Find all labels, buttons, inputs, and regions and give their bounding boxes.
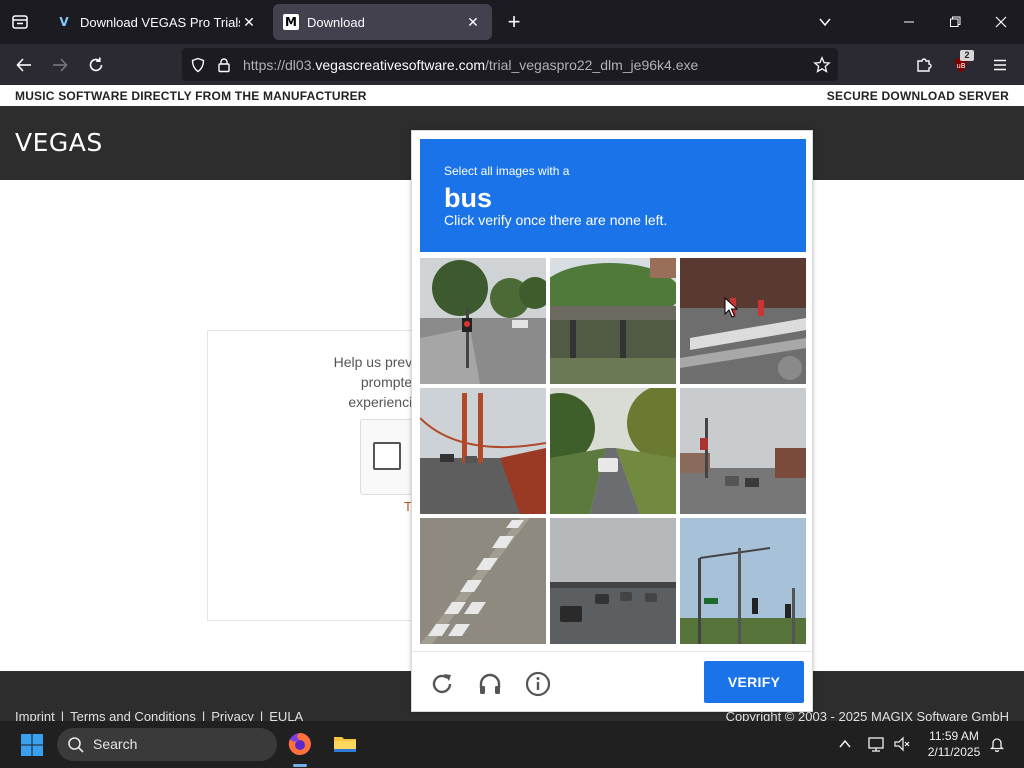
browser-tab-bar: V Download VEGAS Pro Trials for ✕ M Down… — [0, 0, 1024, 44]
extensions-button[interactable] — [910, 51, 938, 79]
recaptcha-checkbox[interactable] — [373, 442, 401, 470]
verification-text: Help us preve prompted experiencin — [320, 352, 420, 412]
taskbar-file-explorer[interactable] — [330, 729, 360, 759]
speaker-muted-icon — [894, 736, 910, 752]
help-button[interactable] — [523, 669, 553, 699]
search-placeholder: Search — [93, 736, 138, 752]
app-menu-button[interactable] — [986, 51, 1014, 79]
tab-overflow-chevron-icon[interactable] — [811, 8, 839, 36]
tab-list-button[interactable] — [8, 10, 32, 34]
info-icon — [525, 671, 551, 697]
firefox-icon — [288, 733, 311, 755]
captcha-prompt: Select all images with a — [444, 164, 570, 178]
verification-line: experiencin — [348, 394, 420, 410]
start-button[interactable] — [20, 733, 44, 757]
tagline-right: SECURE DOWNLOAD SERVER — [826, 89, 1009, 103]
maximize-button[interactable] — [941, 8, 969, 36]
chevron-up-icon — [839, 739, 851, 748]
taskbar-firefox[interactable] — [285, 729, 315, 759]
vegas-favicon-icon: V — [59, 15, 69, 29]
extension-count-badge: 2 — [960, 50, 974, 61]
tracking-protection-shield-icon[interactable] — [188, 55, 208, 75]
verification-line: prompted — [360, 374, 420, 390]
close-icon — [995, 16, 1007, 28]
taskbar-search-box[interactable]: Search — [57, 728, 277, 761]
url-prefix: https://dl03. — [243, 57, 316, 73]
folder-icon — [334, 737, 356, 752]
windows-logo-icon — [21, 734, 43, 756]
forward-button[interactable] — [46, 51, 74, 79]
captcha-tile-golden-gate-bridge[interactable] — [420, 388, 546, 514]
bell-icon — [989, 738, 1005, 752]
url-domain: vegascreativesoftware.com — [315, 57, 486, 73]
verify-button[interactable]: VERIFY — [704, 661, 804, 703]
show-hidden-icons-chevron[interactable] — [835, 734, 855, 754]
captcha-tile-crosswalk-brick[interactable] — [680, 258, 806, 384]
reload-challenge-button[interactable] — [427, 669, 457, 699]
tagline-left: MUSIC SOFTWARE DIRECTLY FROM THE MANUFAC… — [15, 89, 367, 103]
tab-title: Download VEGAS Pro Trials for — [80, 14, 240, 30]
captcha-target: bus — [444, 183, 493, 213]
back-arrow-icon — [16, 58, 31, 72]
clock-date: 2/11/2025 — [927, 745, 981, 759]
captcha-footer-divider — [412, 651, 812, 652]
svg-text:uB: uB — [956, 62, 965, 70]
close-window-button[interactable] — [987, 8, 1015, 36]
vegas-logo[interactable]: VEGAS — [15, 128, 103, 157]
captcha-tile-town-street[interactable] — [680, 388, 806, 514]
back-button[interactable] — [10, 51, 38, 79]
url-path: /trial_vegaspro22_dlm_je96k4.exe — [485, 57, 699, 73]
network-monitor-icon — [868, 737, 884, 752]
tray-volume[interactable] — [892, 734, 912, 754]
tray-network[interactable] — [866, 734, 886, 754]
puzzle-icon — [917, 58, 932, 72]
reload-icon — [89, 57, 103, 72]
magix-favicon-icon: M — [283, 14, 299, 30]
tab-close-icon[interactable]: ✕ — [240, 13, 258, 31]
hamburger-menu-icon — [994, 59, 1006, 71]
captcha-tile-road-markings[interactable] — [420, 518, 546, 644]
minimize-button[interactable] — [895, 8, 923, 36]
minimize-icon — [904, 21, 914, 23]
refresh-icon — [432, 674, 452, 694]
captcha-instruction: Click verify once there are none left. — [444, 212, 668, 228]
top-strip: MUSIC SOFTWARE DIRECTLY FROM THE MANUFAC… — [0, 85, 1024, 106]
url-text[interactable]: https://dl03.vegascreativesoftware.com/t… — [243, 57, 698, 73]
audio-challenge-button[interactable] — [475, 669, 505, 699]
captcha-tile-traffic-lights-sky[interactable] — [680, 518, 806, 644]
bookmark-star-icon[interactable] — [812, 55, 832, 75]
new-tab-button[interactable]: + — [502, 9, 526, 34]
captcha-tile-street-corner-trees[interactable] — [420, 258, 546, 384]
captcha-tile-overpass-trees[interactable] — [550, 258, 676, 384]
reload-button[interactable] — [82, 51, 110, 79]
taskbar-clock[interactable]: 11:59 AM 2/11/2025 — [918, 728, 990, 760]
lock-icon[interactable] — [214, 55, 234, 75]
headphones-icon — [479, 673, 501, 694]
windows-taskbar: Search 11:59 AM 2/11/2025 — [0, 721, 1024, 768]
captcha-header: Select all images with a bus Click verif… — [420, 139, 806, 252]
mouse-cursor-icon — [724, 297, 738, 318]
tray-notifications[interactable] — [987, 734, 1007, 754]
tab-list-icon — [12, 15, 28, 29]
captcha-tile-rainy-highway[interactable] — [550, 518, 676, 644]
active-app-indicator — [293, 764, 307, 767]
clock-time: 11:59 AM — [929, 729, 979, 743]
verification-line: Help us preve — [333, 354, 420, 370]
tab-title: Download — [307, 14, 365, 30]
tab-close-icon[interactable]: ✕ — [464, 13, 482, 31]
browser-nav-bar: https://dl03.vegascreativesoftware.com/t… — [0, 44, 1024, 85]
captcha-challenge-dialog: Select all images with a bus Click verif… — [411, 130, 813, 712]
tab-vegas-trials[interactable]: V Download VEGAS Pro Trials for ✕ — [46, 4, 268, 40]
forward-arrow-icon — [53, 58, 68, 72]
tab-download[interactable]: M Download ✕ — [273, 4, 492, 40]
captcha-tile-tree-lined-road[interactable] — [550, 388, 676, 514]
search-icon — [68, 737, 84, 753]
address-bar[interactable]: https://dl03.vegascreativesoftware.com/t… — [182, 48, 838, 81]
restore-icon — [950, 16, 961, 27]
